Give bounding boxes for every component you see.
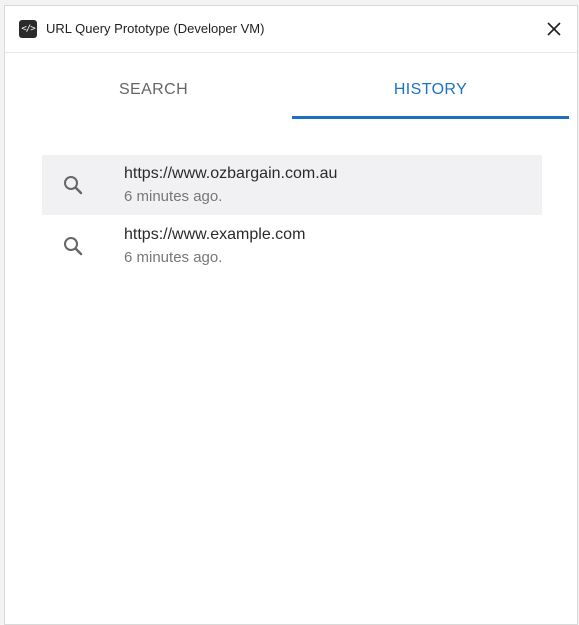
history-time: 6 minutes ago.	[124, 188, 223, 205]
history-item[interactable]: https://www.example.com 6 minutes ago.	[42, 216, 542, 276]
history-time: 6 minutes ago.	[124, 249, 223, 266]
code-icon: </>	[19, 20, 37, 38]
search-icon	[62, 235, 84, 257]
history-url: https://www.example.com	[124, 226, 306, 243]
search-icon	[62, 174, 84, 196]
history-item[interactable]: https://www.ozbargain.com.au 6 minutes a…	[42, 155, 542, 215]
app-window: </> URL Query Prototype (Developer VM) S…	[4, 5, 578, 625]
history-list: https://www.ozbargain.com.au 6 minutes a…	[42, 155, 542, 277]
window-title: URL Query Prototype (Developer VM)	[46, 21, 265, 36]
title-bar: </> URL Query Prototype (Developer VM)	[5, 6, 577, 53]
tab-history[interactable]: HISTORY	[292, 54, 569, 120]
tab-search[interactable]: SEARCH	[15, 54, 292, 120]
history-url: https://www.ozbargain.com.au	[124, 165, 338, 182]
active-tab-indicator	[292, 116, 569, 119]
tab-bar: SEARCH HISTORY	[5, 54, 577, 120]
close-button[interactable]	[543, 18, 565, 40]
close-icon	[547, 22, 561, 36]
